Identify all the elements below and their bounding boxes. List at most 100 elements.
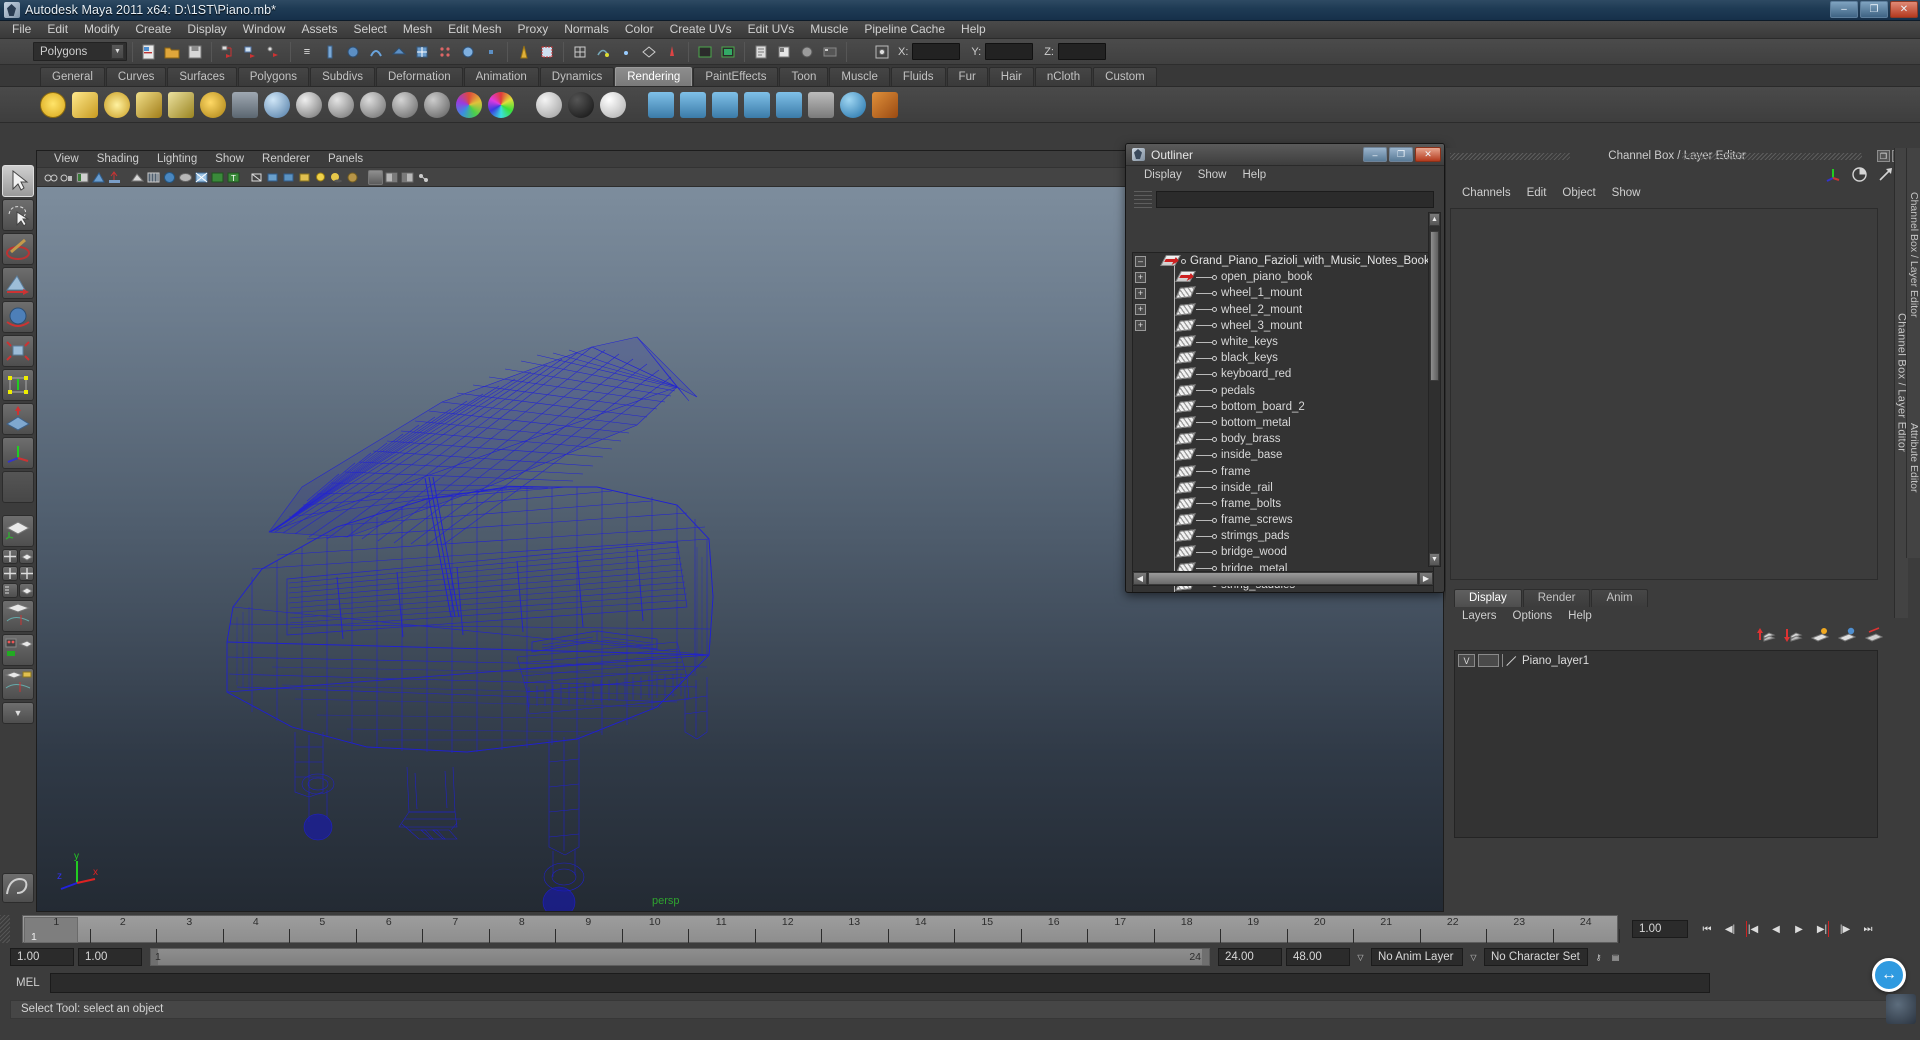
outliner-persp-layout[interactable] — [2, 583, 18, 598]
layer-editor-tab-anim[interactable]: Anim — [1591, 589, 1648, 607]
right-dock-attribute-editor-tab[interactable]: Attribute Editor — [1907, 368, 1920, 548]
outliner-window[interactable]: Outliner – ❐ ✕ Display Show Help – Grand_Pi… — [1125, 143, 1445, 593]
outliner-item[interactable]: + wheel_1_mount — [1133, 285, 1433, 301]
menu-item-color[interactable]: Color — [617, 21, 662, 38]
shelf-light-linking-icon[interactable] — [232, 91, 258, 118]
exposure-icon[interactable] — [210, 170, 225, 185]
use-all-lights-icon[interactable] — [313, 170, 328, 185]
menu-item-select[interactable]: Select — [345, 21, 394, 38]
hypershade-persp-layout[interactable] — [2, 634, 34, 666]
move-layer-up-icon[interactable] — [1756, 626, 1776, 644]
outliner-item[interactable]: inside_base — [1133, 447, 1433, 463]
open-scene-icon[interactable] — [161, 41, 183, 63]
expander-toggle-icon[interactable]: + — [1135, 287, 1146, 299]
shelf-tab-hair[interactable]: Hair — [988, 67, 1034, 86]
shelf-point-light-icon[interactable] — [104, 91, 130, 118]
anim-layer-field[interactable]: No Anim Layer — [1371, 948, 1463, 966]
shelf-surface-shader-icon[interactable] — [536, 91, 562, 118]
rotate-tool[interactable] — [2, 301, 34, 333]
layer-row[interactable]: V Piano_layer1 — [1455, 651, 1877, 668]
snap-curve-icon[interactable] — [536, 41, 558, 63]
handle-mask-icon[interactable] — [319, 41, 341, 63]
timeslider-grip[interactable] — [0, 915, 10, 943]
scroll-left-icon[interactable]: ◀ — [1133, 572, 1147, 585]
outliner-window-controls[interactable]: – ❐ ✕ — [1363, 147, 1441, 162]
shelf-blinn-shader-icon[interactable] — [296, 91, 322, 118]
menu-item-edit-uvs[interactable]: Edit UVs — [740, 21, 803, 38]
anim-layer-dropdown-icon[interactable]: ▽ — [1354, 949, 1367, 965]
gate-mask-icon[interactable] — [194, 170, 209, 185]
xray-icon[interactable] — [345, 170, 360, 185]
layer-editor-button-row[interactable] — [1446, 624, 1894, 646]
shelf-tab-rendering[interactable]: Rendering — [615, 67, 693, 86]
expander-toggle-icon[interactable]: + — [1135, 304, 1146, 316]
animation-preferences-icon[interactable]: ▤ — [1609, 949, 1622, 965]
smooth-shade-all-icon[interactable] — [281, 170, 296, 185]
channelbox-toolbar-icons[interactable] — [1446, 164, 1908, 184]
viewport-menu-lighting[interactable]: Lighting — [148, 151, 206, 167]
menuset-selector[interactable]: Polygons ▼ — [33, 42, 127, 61]
shelf-spot-light-icon[interactable] — [136, 91, 162, 118]
menu-item-assets[interactable]: Assets — [293, 21, 345, 38]
channelbox-content-area[interactable] — [1450, 208, 1878, 580]
persp-outliner-layout[interactable] — [18, 549, 34, 564]
construction-plane-icon[interactable] — [638, 41, 660, 63]
component-mask-menu-icon[interactable]: ≡ — [296, 41, 318, 63]
channelbox-grip-right[interactable] — [1682, 153, 1862, 160]
text-overlay-icon[interactable]: T — [226, 170, 241, 185]
viewport-settings-icon[interactable] — [416, 170, 431, 185]
expander-toggle-icon[interactable]: + — [1135, 271, 1146, 283]
render-view-icon[interactable] — [694, 41, 716, 63]
shelf-phonge-shader-icon[interactable] — [360, 91, 386, 118]
shelf-ramp-shader-icon[interactable] — [456, 91, 482, 118]
shelf-layered-shader-icon[interactable] — [424, 91, 450, 118]
shelf-environment-sphere-icon[interactable] — [840, 91, 866, 118]
hypershade-icon[interactable] — [796, 41, 818, 63]
persp-only-layout[interactable] — [18, 583, 34, 598]
channelbox-grip-left[interactable] — [1450, 153, 1570, 160]
shelf-batch-render-icon[interactable] — [776, 91, 802, 118]
go-to-end-button[interactable]: ⏭ — [1858, 920, 1878, 938]
outliner-search-row[interactable] — [1134, 190, 1434, 208]
arrow-up-right-icon[interactable] — [1877, 166, 1894, 183]
shelf-volume-light-icon[interactable] — [200, 91, 226, 118]
camera-attributes-icon[interactable] — [75, 170, 90, 185]
viewport-menu-view[interactable]: View — [45, 151, 88, 167]
layer-visibility-toggle[interactable]: V — [1458, 654, 1475, 667]
grid-icon[interactable] — [146, 170, 161, 185]
faces-mask-icon[interactable] — [411, 41, 433, 63]
outliner-item[interactable]: frame_bolts — [1133, 496, 1433, 512]
menu-item-edit[interactable]: Edit — [39, 21, 76, 38]
menu-item-edit-mesh[interactable]: Edit Mesh — [440, 21, 509, 38]
anim-end-time-field[interactable]: 48.00 — [1286, 948, 1350, 966]
step-back-frame-button[interactable]: |◀ — [1743, 920, 1763, 938]
shelf-tab-animation[interactable]: Animation — [463, 67, 539, 86]
shelf-paint-effects-icon[interactable] — [872, 91, 898, 118]
channelbox-menu-show[interactable]: Show — [1604, 185, 1649, 202]
high-quality-render-icon[interactable] — [368, 169, 383, 185]
move-layer-down-icon[interactable] — [1783, 626, 1803, 644]
outliner-item[interactable]: bottom_metal — [1133, 415, 1433, 431]
viewport-menu-shading[interactable]: Shading — [88, 151, 148, 167]
viewport-menu-renderer[interactable]: Renderer — [253, 151, 319, 167]
maximize-button[interactable]: ❐ — [1860, 1, 1888, 18]
persp-graph-hyper-layout[interactable] — [2, 668, 34, 700]
layer-editor-menubar[interactable]: Layers Options Help — [1446, 607, 1894, 624]
lasso-tool[interactable] — [2, 199, 34, 231]
menu-item-mesh[interactable]: Mesh — [395, 21, 440, 38]
lines-mask-icon[interactable] — [388, 41, 410, 63]
outliner-item[interactable]: bridge_wood — [1133, 544, 1433, 560]
menu-item-muscle[interactable]: Muscle — [802, 21, 856, 38]
outliner-minimize-button[interactable]: – — [1363, 147, 1387, 162]
magnet-icon[interactable] — [615, 41, 637, 63]
channelbox-menubar[interactable]: Channels Edit Object Show — [1446, 184, 1908, 202]
outliner-menu-help[interactable]: Help — [1235, 167, 1275, 184]
layer-editor-tabs[interactable]: Display Render Anim — [1446, 588, 1894, 607]
channelbox-menu-object[interactable]: Object — [1554, 185, 1603, 202]
shelf-ambient-light-icon[interactable] — [40, 91, 66, 118]
mel-command-input[interactable] — [50, 973, 1710, 993]
snap-together-floating-icon[interactable]: ↔ — [1872, 958, 1906, 992]
pie-clock-icon[interactable] — [1851, 166, 1868, 183]
outliner-item[interactable]: frame — [1133, 463, 1433, 479]
move-tool[interactable] — [2, 267, 34, 299]
